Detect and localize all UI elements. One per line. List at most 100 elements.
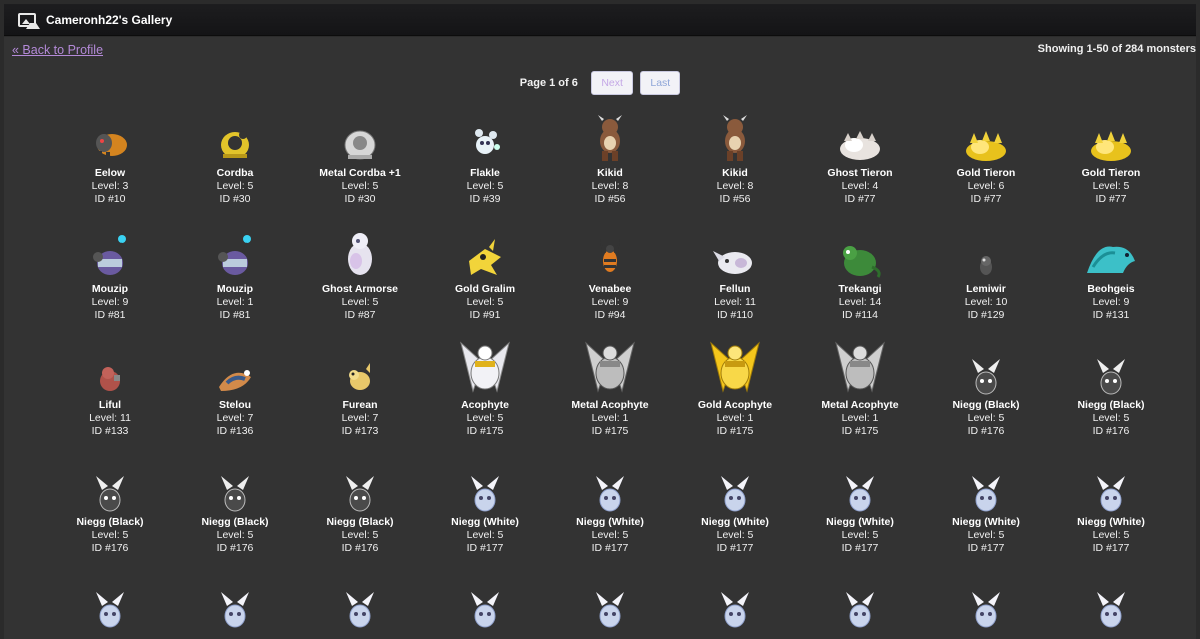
monster-name[interactable]: Trekangi — [798, 283, 922, 296]
monster-card[interactable] — [548, 590, 672, 630]
monster-card[interactable]: Niegg (White) Level: 5 ID #177 — [673, 474, 797, 555]
monster-card[interactable]: Niegg (Black) Level: 5 ID #176 — [924, 357, 1048, 438]
ghost-armorse-sprite-icon[interactable] — [298, 217, 422, 281]
gold-gralim-sprite-icon[interactable] — [423, 217, 547, 281]
monster-card[interactable]: Ghost Armorse Level: 5 ID #87 — [298, 233, 422, 322]
monster-card[interactable]: Gold Gralim Level: 5 ID #91 — [423, 239, 547, 322]
monster-name[interactable]: Niegg (White) — [1049, 516, 1173, 529]
monster-card[interactable]: Gold Acophyte Level: 1 ID #175 — [673, 341, 797, 438]
monster-card[interactable]: Niegg (Black) Level: 5 ID #176 — [48, 474, 172, 555]
mouzip-sprite-icon[interactable] — [48, 217, 172, 281]
gold-tieron-sprite-icon[interactable] — [1049, 101, 1173, 165]
furean-sprite-icon[interactable] — [298, 333, 422, 397]
monster-name[interactable]: Niegg (Black) — [173, 516, 297, 529]
cordba-sprite-icon[interactable] — [173, 101, 297, 165]
monster-card[interactable]: Lemiwir Level: 10 ID #129 — [924, 241, 1048, 322]
monster-name[interactable]: Niegg (White) — [924, 516, 1048, 529]
monster-card[interactable]: Niegg (White) Level: 5 ID #177 — [423, 474, 547, 555]
monster-name[interactable]: Liful — [48, 399, 172, 412]
monster-name[interactable]: Gold Tieron — [924, 167, 1048, 180]
metal-acophyte-sprite-icon[interactable] — [798, 333, 922, 397]
monster-name[interactable]: Niegg (Black) — [1049, 399, 1173, 412]
monster-name[interactable]: Kikid — [548, 167, 672, 180]
monster-card[interactable] — [423, 590, 547, 630]
monster-card[interactable] — [798, 590, 922, 630]
monster-name[interactable]: Niegg (White) — [673, 516, 797, 529]
monster-card[interactable]: Eelow Level: 3 ID #10 — [48, 125, 172, 206]
niegg-black-sprite-icon[interactable] — [48, 450, 172, 514]
acophyte-sprite-icon[interactable] — [423, 333, 547, 397]
monster-card[interactable]: Metal Acophyte Level: 1 ID #175 — [548, 341, 672, 438]
back-to-profile-link[interactable]: « Back to Profile — [12, 43, 103, 57]
niegg-white-sprite-icon[interactable] — [924, 566, 1048, 630]
kikid-sprite-icon[interactable] — [673, 101, 797, 165]
monster-card[interactable]: Gold Tieron Level: 5 ID #77 — [1049, 125, 1173, 206]
monster-card[interactable]: Gold Tieron Level: 6 ID #77 — [924, 125, 1048, 206]
beohgeis-sprite-icon[interactable] — [1049, 217, 1173, 281]
niegg-black-sprite-icon[interactable] — [298, 450, 422, 514]
monster-name[interactable]: Acophyte — [423, 399, 547, 412]
monster-name[interactable]: Metal Cordba +1 — [298, 167, 422, 180]
monster-name[interactable]: Flakle — [423, 167, 547, 180]
liful-sprite-icon[interactable] — [48, 333, 172, 397]
niegg-white-sprite-icon[interactable] — [673, 450, 797, 514]
monster-name[interactable]: Niegg (White) — [548, 516, 672, 529]
niegg-black-sprite-icon[interactable] — [924, 333, 1048, 397]
last-page-button[interactable]: Last — [640, 71, 681, 95]
mouzip-sprite-icon[interactable] — [173, 217, 297, 281]
monster-name[interactable]: Beohgeis — [1049, 283, 1173, 296]
flakle-sprite-icon[interactable] — [423, 101, 547, 165]
monster-name[interactable]: Mouzip — [48, 283, 172, 296]
monster-card[interactable]: Niegg (White) Level: 5 ID #177 — [1049, 474, 1173, 555]
monster-card[interactable]: Niegg (White) Level: 5 ID #177 — [924, 474, 1048, 555]
monster-name[interactable]: Venabee — [548, 283, 672, 296]
niegg-white-sprite-icon[interactable] — [673, 566, 797, 630]
stelou-sprite-icon[interactable] — [173, 333, 297, 397]
monster-name[interactable]: Niegg (Black) — [924, 399, 1048, 412]
monster-card[interactable]: Metal Cordba +1 Level: 5 ID #30 — [298, 125, 422, 206]
niegg-white-sprite-icon[interactable] — [548, 450, 672, 514]
monster-card[interactable]: Kikid Level: 8 ID #56 — [548, 115, 672, 206]
monster-name[interactable]: Gold Acophyte — [673, 399, 797, 412]
monster-name[interactable]: Metal Acophyte — [548, 399, 672, 412]
monster-card[interactable]: Liful Level: 11 ID #133 — [48, 357, 172, 438]
monster-name[interactable]: Fellun — [673, 283, 797, 296]
metal-cordba-sprite-icon[interactable] — [298, 101, 422, 165]
monster-name[interactable]: Niegg (Black) — [298, 516, 422, 529]
monster-card[interactable]: Niegg (Black) Level: 5 ID #176 — [1049, 357, 1173, 438]
monster-name[interactable]: Stelou — [173, 399, 297, 412]
monster-name[interactable]: Gold Gralim — [423, 283, 547, 296]
lemiwir-sprite-icon[interactable] — [924, 217, 1048, 281]
monster-card[interactable]: Mouzip Level: 1 ID #81 — [173, 235, 297, 322]
niegg-white-sprite-icon[interactable] — [1049, 450, 1173, 514]
monster-card[interactable]: Kikid Level: 8 ID #56 — [673, 115, 797, 206]
niegg-white-sprite-icon[interactable] — [48, 566, 172, 630]
monster-card[interactable]: Niegg (White) Level: 5 ID #177 — [798, 474, 922, 555]
trekangi-sprite-icon[interactable] — [798, 217, 922, 281]
monster-card[interactable]: Flakle Level: 5 ID #39 — [423, 125, 547, 206]
ghost-tieron-sprite-icon[interactable] — [798, 101, 922, 165]
monster-card[interactable]: Ghost Tieron Level: 4 ID #77 — [798, 125, 922, 206]
gold-tieron-sprite-icon[interactable] — [924, 101, 1048, 165]
gold-acophyte-sprite-icon[interactable] — [673, 333, 797, 397]
niegg-white-sprite-icon[interactable] — [423, 566, 547, 630]
monster-name[interactable]: Lemiwir — [924, 283, 1048, 296]
monster-card[interactable]: Cordba Level: 5 ID #30 — [173, 125, 297, 206]
monster-name[interactable]: Niegg (White) — [423, 516, 547, 529]
monster-card[interactable] — [924, 590, 1048, 630]
niegg-white-sprite-icon[interactable] — [1049, 566, 1173, 630]
monster-card[interactable]: Acophyte Level: 5 ID #175 — [423, 341, 547, 438]
monster-name[interactable]: Kikid — [673, 167, 797, 180]
next-page-button[interactable]: Next — [591, 71, 633, 95]
monster-name[interactable]: Metal Acophyte — [798, 399, 922, 412]
fellun-sprite-icon[interactable] — [673, 217, 797, 281]
monster-name[interactable]: Gold Tieron — [1049, 167, 1173, 180]
niegg-white-sprite-icon[interactable] — [173, 566, 297, 630]
niegg-white-sprite-icon[interactable] — [798, 450, 922, 514]
monster-card[interactable] — [173, 590, 297, 630]
monster-name[interactable]: Niegg (White) — [798, 516, 922, 529]
monster-card[interactable]: Beohgeis Level: 9 ID #131 — [1049, 241, 1173, 322]
monster-card[interactable]: Mouzip Level: 9 ID #81 — [48, 235, 172, 322]
monster-card[interactable]: Niegg (White) Level: 5 ID #177 — [548, 474, 672, 555]
niegg-white-sprite-icon[interactable] — [423, 450, 547, 514]
